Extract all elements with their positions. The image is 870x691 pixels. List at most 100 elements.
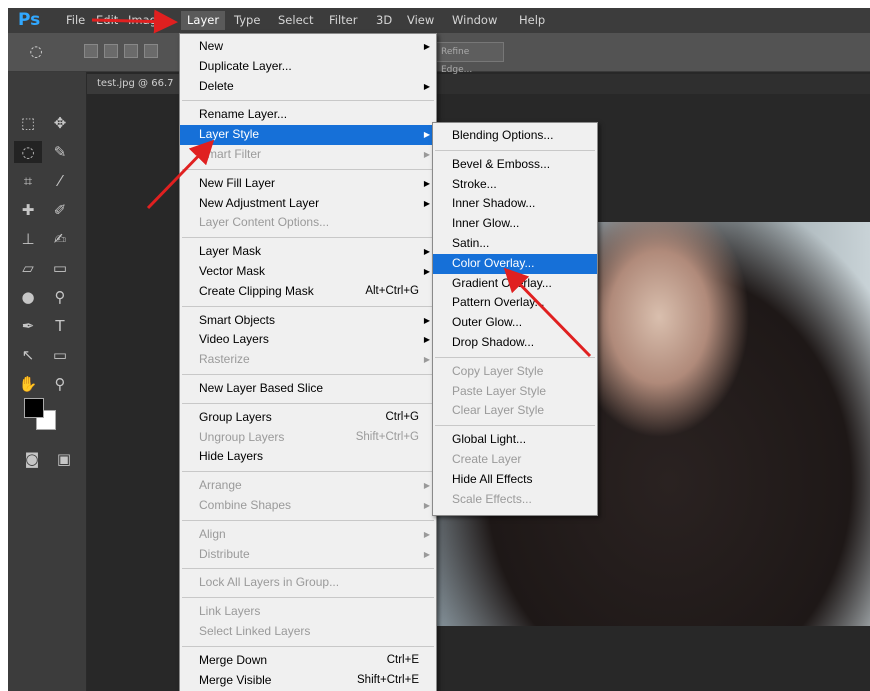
quick-select-tool-icon[interactable]: ✎ xyxy=(46,141,74,163)
menu-separator xyxy=(182,168,434,170)
menu-item-layer-content-options[interactable]: Layer Content Options... xyxy=(180,213,436,233)
quick-mask-icon[interactable]: ◙ xyxy=(18,448,46,470)
menu-item-combine-shapes[interactable]: Combine Shapes ▶ xyxy=(180,496,436,516)
submenu-arrow-icon: ▶ xyxy=(423,481,430,491)
menu-item-label: Scale Effects... xyxy=(452,491,532,506)
hand-tool-icon[interactable]: ✋ xyxy=(14,373,42,395)
foreground-color-swatch[interactable] xyxy=(24,398,44,418)
dodge-tool-icon[interactable]: ⚲ xyxy=(46,286,74,308)
menu-item-copy-layer-style[interactable]: Copy Layer Style xyxy=(433,362,597,382)
menu-item-new-fill-layer[interactable]: New Fill Layer ▶ xyxy=(180,174,436,194)
menu-item-duplicate-layer[interactable]: Duplicate Layer... xyxy=(180,57,436,77)
menu-item-smart-filter[interactable]: Smart Filter ▶ xyxy=(180,145,436,165)
menu-item-delete[interactable]: Delete ▶ xyxy=(180,77,436,97)
menu-item-label: New Fill Layer xyxy=(199,175,276,190)
type-tool-icon[interactable]: T xyxy=(46,315,74,337)
eyedropper-tool-icon[interactable]: ⁄ xyxy=(46,170,74,192)
menu-item-merge-down[interactable]: Merge Down Ctrl+E xyxy=(180,651,436,671)
menu-item-shortcut: Ctrl+E xyxy=(386,653,419,666)
menu-select[interactable]: Select xyxy=(278,13,313,27)
menu-item-stroke[interactable]: Stroke... xyxy=(433,175,597,195)
gradient-tool-icon[interactable]: ▭ xyxy=(46,257,74,279)
menu-image[interactable]: Image xyxy=(128,13,164,27)
menu-edit[interactable]: Edit xyxy=(96,13,118,27)
menu-item-layer-mask[interactable]: Layer Mask ▶ xyxy=(180,242,436,262)
marquee-tool-icon[interactable]: ⬚ xyxy=(14,112,42,134)
menu-item-rename-layer[interactable]: Rename Layer... xyxy=(180,105,436,125)
menu-item-label: Smart Objects xyxy=(199,312,276,327)
menu-3d[interactable]: 3D xyxy=(376,13,392,27)
menu-item-label: Smart Filter xyxy=(199,147,262,161)
menu-item-ungroup-layers[interactable]: Ungroup Layers Shift+Ctrl+G xyxy=(180,428,436,448)
menu-view[interactable]: View xyxy=(407,13,434,27)
intersect-selection-icon[interactable] xyxy=(144,44,158,58)
menu-item-video-layers[interactable]: Video Layers ▶ xyxy=(180,330,436,350)
menu-filter[interactable]: Filter xyxy=(329,13,357,27)
screen-mode-icon[interactable]: ▣ xyxy=(50,448,78,470)
lasso-preset-icon[interactable]: ◌ xyxy=(22,40,50,62)
menu-item-label: Ungroup Layers xyxy=(199,429,285,444)
menu-item-hide-layers[interactable]: Hide Layers xyxy=(180,447,436,467)
menu-item-blending-options[interactable]: Blending Options... xyxy=(433,126,597,146)
menu-item-color-overlay[interactable]: Color Overlay... xyxy=(433,253,597,274)
menu-item-bevel-emboss[interactable]: Bevel & Emboss... xyxy=(433,155,597,175)
menu-item-lock-all-layers-in-group[interactable]: Lock All Layers in Group... xyxy=(180,573,436,593)
menu-item-new-layer-based-slice[interactable]: New Layer Based Slice xyxy=(180,379,436,399)
path-select-tool-icon[interactable]: ↖ xyxy=(14,344,42,366)
menu-item-link-layers[interactable]: Link Layers xyxy=(180,602,436,622)
menu-item-arrange[interactable]: Arrange ▶ xyxy=(180,476,436,496)
add-selection-icon[interactable] xyxy=(104,44,118,58)
menu-item-inner-glow[interactable]: Inner Glow... xyxy=(433,214,597,234)
menu-separator xyxy=(182,100,434,102)
refine-edge-button[interactable]: Refine Edge... xyxy=(434,42,504,75)
menu-item-clear-layer-style[interactable]: Clear Layer Style xyxy=(433,401,597,421)
brush-tool-icon[interactable]: ✐ xyxy=(46,199,74,221)
menu-item-create-clipping-mask[interactable]: Create Clipping Mask Alt+Ctrl+G xyxy=(180,282,436,302)
menu-item-distribute[interactable]: Distribute ▶ xyxy=(180,545,436,565)
menu-layer[interactable]: Layer xyxy=(181,11,226,30)
menu-item-outer-glow[interactable]: Outer Glow... xyxy=(433,313,597,333)
menu-item-label: New xyxy=(199,39,224,53)
menu-item-inner-shadow[interactable]: Inner Shadow... xyxy=(433,194,597,214)
menu-item-merge-visible[interactable]: Merge Visible Shift+Ctrl+E xyxy=(180,671,436,691)
menu-help[interactable]: Help xyxy=(519,13,545,27)
rectangle-tool-icon[interactable]: ▭ xyxy=(46,344,74,366)
history-brush-tool-icon[interactable]: ✍ xyxy=(46,228,74,250)
menu-item-layer-style[interactable]: Layer Style ▶ xyxy=(180,125,436,145)
zoom-tool-icon[interactable]: ⚲ xyxy=(46,373,74,395)
crop-tool-icon[interactable]: ⌗ xyxy=(14,170,42,192)
menu-item-gradient-overlay[interactable]: Gradient Overlay... xyxy=(433,274,597,294)
blur-tool-icon[interactable]: ● xyxy=(14,286,42,308)
menu-file[interactable]: File xyxy=(66,13,85,27)
subtract-selection-icon[interactable] xyxy=(124,44,138,58)
document-tab[interactable]: test.jpg @ 66.7 xyxy=(87,74,184,94)
menu-item-vector-mask[interactable]: Vector Mask ▶ xyxy=(180,262,436,282)
menu-item-smart-objects[interactable]: Smart Objects ▶ xyxy=(180,311,436,331)
menu-type[interactable]: Type xyxy=(234,13,260,27)
menu-item-global-light[interactable]: Global Light... xyxy=(433,430,597,450)
menu-item-hide-all-effects[interactable]: Hide All Effects xyxy=(433,470,597,490)
menu-item-drop-shadow[interactable]: Drop Shadow... xyxy=(433,333,597,353)
menu-item-new-adjustment-layer[interactable]: New Adjustment Layer ▶ xyxy=(180,194,436,214)
menu-item-select-linked-layers[interactable]: Select Linked Layers xyxy=(180,622,436,642)
menu-item-group-layers[interactable]: Group Layers Ctrl+G xyxy=(180,408,436,428)
menu-item-label: Clear Layer Style xyxy=(452,403,545,418)
menu-separator xyxy=(435,425,595,427)
menu-item-scale-effects[interactable]: Scale Effects... xyxy=(433,490,597,510)
menu-item-pattern-overlay[interactable]: Pattern Overlay... xyxy=(433,293,597,313)
eraser-tool-icon[interactable]: ▱ xyxy=(14,257,42,279)
menu-item-rasterize[interactable]: Rasterize ▶ xyxy=(180,350,436,370)
menu-item-new[interactable]: New ▶ xyxy=(180,37,436,57)
menu-item-satin[interactable]: Satin... xyxy=(433,234,597,254)
menu-window[interactable]: Window xyxy=(452,13,497,27)
healing-brush-tool-icon[interactable]: ✚ xyxy=(14,199,42,221)
menu-item-paste-layer-style[interactable]: Paste Layer Style xyxy=(433,382,597,402)
menu-item-align[interactable]: Align ▶ xyxy=(180,525,436,545)
move-tool-icon[interactable]: ✥ xyxy=(46,112,74,134)
clone-stamp-tool-icon[interactable]: ⊥ xyxy=(14,228,42,250)
menu-item-label: Create Clipping Mask xyxy=(199,283,314,298)
lasso-tool-icon[interactable]: ◌ xyxy=(14,141,42,163)
menu-item-create-layer[interactable]: Create Layer xyxy=(433,450,597,470)
pen-tool-icon[interactable]: ✒ xyxy=(14,315,42,337)
new-selection-icon[interactable] xyxy=(84,44,98,58)
